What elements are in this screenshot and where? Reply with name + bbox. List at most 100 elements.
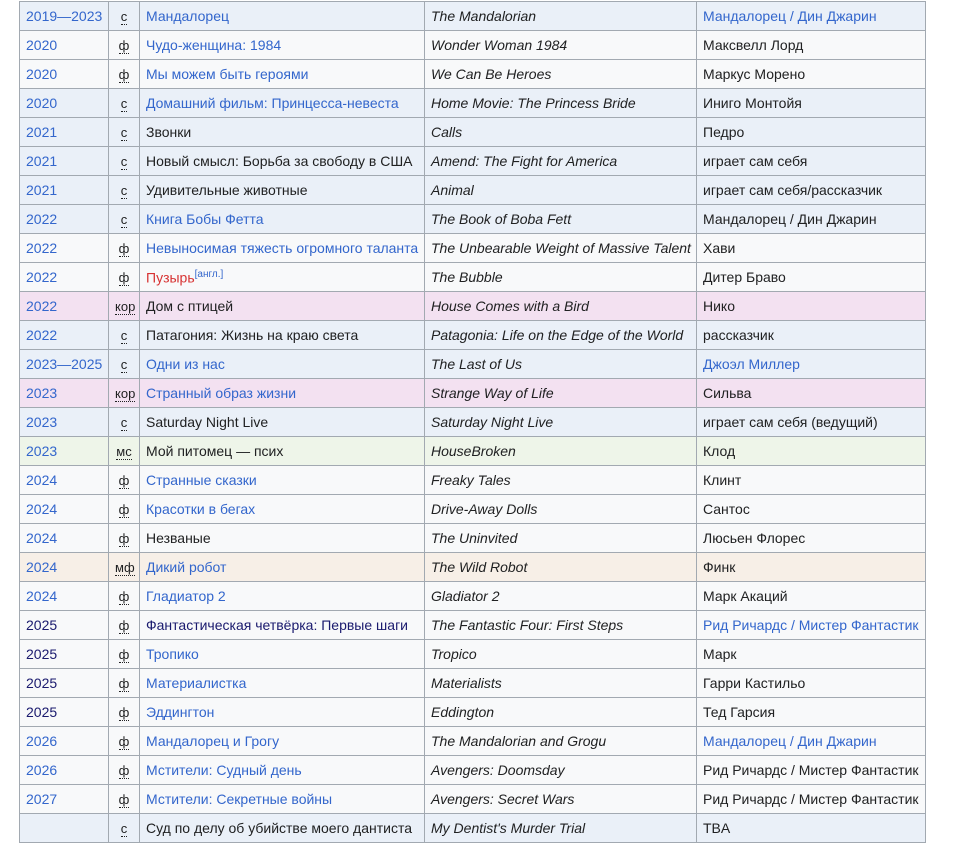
type-abbr[interactable]: мс <box>116 443 132 460</box>
year-link[interactable]: 2024 <box>26 472 57 488</box>
year-link[interactable]: 2025 <box>26 617 57 633</box>
type-abbr[interactable]: с <box>120 153 128 170</box>
role[interactable]: Рид Ричардс / Мистер Фантастик <box>703 617 919 633</box>
type-abbr[interactable]: кор <box>115 298 136 315</box>
year-link[interactable]: 2023—2025 <box>26 356 102 372</box>
title-link[interactable]: Пузырь <box>146 269 195 285</box>
year-link[interactable]: 2026 <box>26 762 57 778</box>
title-link[interactable]: Домашний фильм: Принцесса-невеста <box>146 95 399 111</box>
role: Максвелл Лорд <box>703 37 804 53</box>
type-abbr[interactable]: с <box>120 820 128 837</box>
type-abbr[interactable]: ф <box>118 37 130 54</box>
title-link[interactable]: Странные сказки <box>146 472 257 488</box>
table-row: 2022 ф Пузырь[англ.] The Bubble Дитер Браво <box>19 262 926 292</box>
table-row: 2022 кор Дом с птицей House Comes with a Bi… <box>19 291 926 321</box>
type-abbr[interactable]: ф <box>118 240 130 257</box>
year-link[interactable]: 2022 <box>26 240 57 256</box>
original-title: The Uninvited <box>431 530 518 546</box>
title-link[interactable]: Эддингтон <box>146 704 214 720</box>
year-link[interactable]: 2024 <box>26 588 57 604</box>
type-abbr[interactable]: с <box>120 414 128 431</box>
original-title: Materialists <box>431 675 502 691</box>
type-abbr[interactable]: ф <box>118 501 130 518</box>
year-link[interactable]: 2023 <box>26 414 57 430</box>
table-row: 2025 ф Эддингтон Eddington Тед Гарсия <box>19 697 926 727</box>
year-link[interactable]: 2021 <box>26 182 57 198</box>
original-title: Calls <box>431 124 463 140</box>
role[interactable]: Джоэл Миллер <box>703 356 800 372</box>
type-abbr[interactable]: кор <box>115 385 136 402</box>
type-abbr[interactable]: с <box>120 124 128 141</box>
year-link[interactable]: 2024 <box>26 501 57 517</box>
year-link[interactable]: 2020 <box>26 66 57 82</box>
type-abbr[interactable]: мф <box>115 559 135 576</box>
year-link[interactable]: 2022 <box>26 327 57 343</box>
original-title: Wonder Woman 1984 <box>431 37 568 53</box>
year-link[interactable]: 2021 <box>26 153 57 169</box>
type-abbr[interactable]: ф <box>118 66 130 83</box>
year-link[interactable]: 2023 <box>26 443 57 459</box>
title-link[interactable]: Невыносимая тяжесть огромного таланта <box>146 240 418 256</box>
type-abbr[interactable]: ф <box>118 675 130 692</box>
year-link[interactable]: 2021 <box>26 124 57 140</box>
title-link[interactable]: Чудо-женщина: 1984 <box>146 37 281 53</box>
title-link[interactable]: Фантастическая четвёрка: Первые шаги <box>146 617 408 633</box>
type-abbr[interactable]: с <box>120 95 128 112</box>
year-link[interactable]: 2020 <box>26 37 57 53</box>
title-link[interactable]: Тропико <box>146 646 199 662</box>
year-link[interactable]: 2024 <box>26 530 57 546</box>
type-abbr[interactable]: ф <box>118 791 130 808</box>
year-link[interactable]: 2023 <box>26 385 57 401</box>
type-abbr[interactable]: ф <box>118 269 130 286</box>
title-link[interactable]: Дикий робот <box>146 559 226 575</box>
original-title: Tropico <box>431 646 477 662</box>
year-link[interactable]: 2024 <box>26 559 57 575</box>
role: TBA <box>703 820 731 836</box>
year-link[interactable]: 2026 <box>26 733 57 749</box>
role[interactable]: Мандалорец / Дин Джарин <box>703 733 877 749</box>
type-abbr[interactable]: ф <box>118 530 130 547</box>
lang-note-link[interactable]: [англ.] <box>195 269 224 280</box>
year-link[interactable]: 2022 <box>26 298 57 314</box>
role: Марк <box>703 646 737 662</box>
table-row: 2024 ф Странные сказки Freaky Tales Клинт <box>19 465 926 495</box>
title-link[interactable]: Странный образ жизни <box>146 385 296 401</box>
type-abbr[interactable]: ф <box>118 704 130 721</box>
type-abbr[interactable]: ф <box>118 733 130 750</box>
role[interactable]: Мандалорец / Дин Джарин <box>703 8 877 24</box>
year-link[interactable]: 2022 <box>26 269 57 285</box>
year-link[interactable]: 2027 <box>26 791 57 807</box>
type-abbr[interactable]: с <box>120 8 128 25</box>
table-row: 2024 ф Гладиатор 2 Gladiator 2 Марк Акаций <box>19 581 926 611</box>
type-abbr[interactable]: ф <box>118 588 130 605</box>
type-abbr[interactable]: ф <box>118 762 130 779</box>
year-link[interactable]: 2019—2023 <box>26 8 102 24</box>
type-abbr[interactable]: ф <box>118 472 130 489</box>
title-link[interactable]: Мстители: Судный день <box>146 762 302 778</box>
title-link[interactable]: Мы можем быть героями <box>146 66 308 82</box>
role: Финк <box>703 559 736 575</box>
type-abbr[interactable]: с <box>120 356 128 373</box>
role: Марк Акаций <box>703 588 788 604</box>
title-link[interactable]: Гладиатор 2 <box>146 588 226 604</box>
role: Клинт <box>703 472 742 488</box>
title-link: Патагония: Жизнь на краю света <box>146 327 359 343</box>
title-link[interactable]: Мандалорец и Грогу <box>146 733 279 749</box>
type-abbr[interactable]: с <box>120 182 128 199</box>
title-link[interactable]: Красотки в бегах <box>146 501 255 517</box>
year-link[interactable]: 2025 <box>26 646 57 662</box>
title-link[interactable]: Мстители: Секретные войны <box>146 791 332 807</box>
title-link[interactable]: Книга Бобы Фетта <box>146 211 264 227</box>
year-link[interactable]: 2022 <box>26 211 57 227</box>
table-row: 2022 ф Невыносимая тяжесть огромного талан… <box>19 233 926 263</box>
type-abbr[interactable]: ф <box>118 617 130 634</box>
year-link[interactable]: 2025 <box>26 675 57 691</box>
type-abbr[interactable]: с <box>120 327 128 344</box>
type-abbr[interactable]: ф <box>118 646 130 663</box>
year-link[interactable]: 2025 <box>26 704 57 720</box>
title-link[interactable]: Мандалорец <box>146 8 229 24</box>
title-link[interactable]: Одни из нас <box>146 356 225 372</box>
year-link[interactable]: 2020 <box>26 95 57 111</box>
type-abbr[interactable]: с <box>120 211 128 228</box>
title-link[interactable]: Материалистка <box>146 675 246 691</box>
